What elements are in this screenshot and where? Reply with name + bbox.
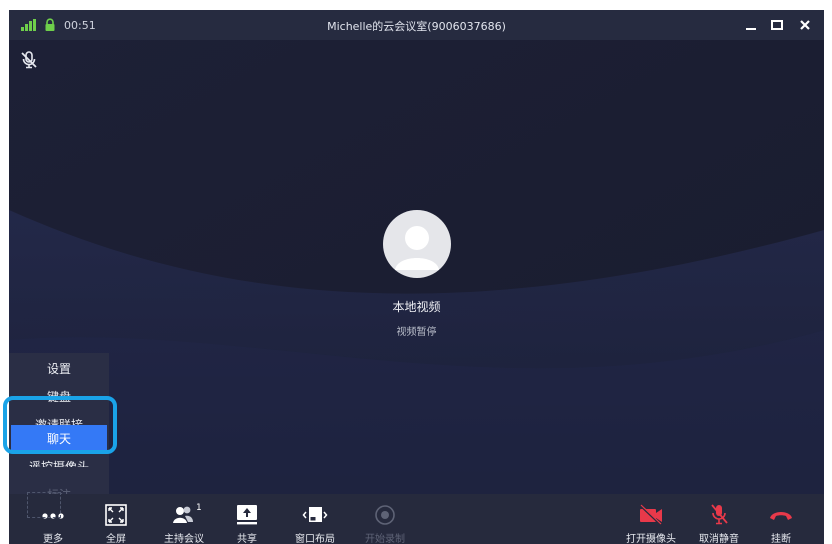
camera-toggle-button[interactable]: 打开摄像头 bbox=[621, 494, 681, 544]
title-bar: 00:51 Michelle的云会议室(9006037686) bbox=[9, 10, 824, 40]
window-layout-button[interactable]: 窗口布局 bbox=[287, 494, 343, 544]
meeting-window: 00:51 Michelle的云会议室(9006037686) 本地视频 视频暂… bbox=[9, 10, 824, 544]
start-recording-button[interactable]: 开始录制 bbox=[359, 494, 411, 544]
host-meeting-button[interactable]: 1 主持会议 bbox=[155, 494, 213, 544]
minimize-button[interactable] bbox=[742, 16, 760, 34]
menu-item-settings[interactable]: 设置 bbox=[9, 355, 109, 383]
fullscreen-button[interactable]: 全屏 bbox=[91, 494, 141, 544]
record-icon bbox=[375, 505, 395, 525]
mic-muted-icon bbox=[711, 504, 728, 525]
user-silhouette-icon bbox=[395, 226, 439, 270]
participants-icon bbox=[173, 506, 193, 523]
participant-count: 1 bbox=[196, 503, 202, 513]
menu-item-keyboard[interactable]: 键盘 bbox=[9, 383, 109, 411]
video-status: 视频暂停 bbox=[396, 327, 437, 338]
camera-off-icon bbox=[640, 504, 662, 526]
maximize-button[interactable] bbox=[768, 16, 786, 34]
hang-up-button[interactable]: 挂断 bbox=[759, 494, 803, 544]
share-label: 共享 bbox=[237, 534, 257, 544]
share-button[interactable]: 共享 bbox=[227, 494, 267, 544]
video-stage: 本地视频 视频暂停 设置 键盘 邀请联接 聊天 遥控摄像头 标注 bbox=[9, 40, 824, 494]
window-layout-label: 窗口布局 bbox=[295, 534, 335, 544]
layout-icon bbox=[302, 507, 328, 522]
start-recording-label: 开始录制 bbox=[365, 534, 405, 544]
host-meeting-label: 主持会议 bbox=[164, 534, 204, 544]
mic-muted-indicator-icon bbox=[21, 51, 37, 69]
local-avatar bbox=[383, 210, 451, 278]
unmute-label: 取消静音 bbox=[699, 534, 739, 544]
camera-toggle-label: 打开摄像头 bbox=[626, 534, 676, 544]
fullscreen-icon bbox=[105, 504, 127, 526]
local-video-label: 本地视频 bbox=[392, 300, 441, 314]
fullscreen-label: 全屏 bbox=[106, 534, 126, 544]
close-button[interactable] bbox=[796, 16, 814, 34]
more-label: 更多 bbox=[43, 534, 63, 544]
bottom-toolbar: 更多 全屏 1 主持会议 共享 窗口布局 开始录制 打开摄像头 取消静音 挂断 bbox=[9, 494, 824, 544]
hang-up-label: 挂断 bbox=[771, 534, 791, 544]
menu-item-chat[interactable]: 聊天 bbox=[11, 425, 107, 453]
more-button-focus-frame bbox=[27, 492, 61, 518]
share-screen-icon bbox=[237, 505, 257, 525]
window-title: Michelle的云会议室(9006037686) bbox=[327, 20, 506, 33]
menu-item-remote-camera[interactable]: 遥控摄像头 bbox=[9, 453, 109, 467]
unmute-button[interactable]: 取消静音 bbox=[693, 494, 745, 544]
menu-item-invite[interactable]: 邀请联接 bbox=[9, 411, 109, 425]
hang-up-phone-icon bbox=[770, 512, 792, 520]
more-menu: 设置 键盘 邀请联接 聊天 遥控摄像头 标注 bbox=[9, 353, 109, 494]
